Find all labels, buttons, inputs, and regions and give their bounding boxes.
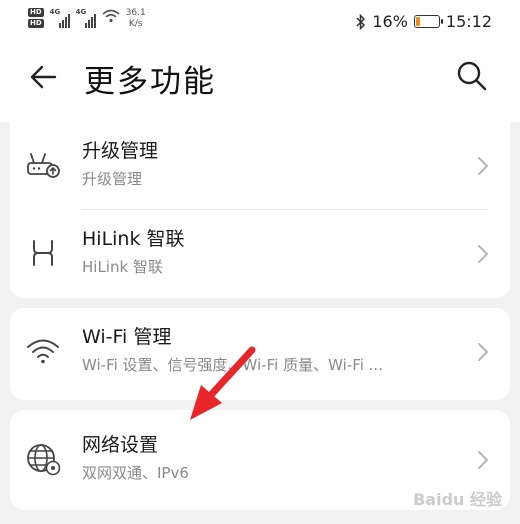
header: 更多功能 bbox=[0, 46, 520, 122]
wifi-status-icon bbox=[102, 9, 120, 23]
signal-icon: 4G bbox=[76, 8, 96, 28]
hd-indicators: HD HD bbox=[28, 8, 44, 28]
item-subtitle: Wi-Fi 设置、信号强度、Wi-Fi 质量、Wi-Fi ... bbox=[82, 356, 383, 374]
status-right: 16% 15:12 bbox=[356, 12, 492, 31]
back-button[interactable] bbox=[26, 60, 60, 94]
watermark: Baidu 经验 bbox=[413, 490, 502, 509]
item-title: HiLink 智联 bbox=[82, 228, 185, 250]
item-subtitle: 升级管理 bbox=[82, 170, 143, 188]
chevron-right-icon bbox=[478, 451, 488, 469]
list-item-wifi[interactable]: Wi-Fi 管理 Wi-Fi 设置、信号强度、Wi-Fi 质量、Wi-Fi ..… bbox=[10, 308, 510, 396]
item-title: Wi-Fi 管理 bbox=[82, 326, 172, 348]
status-bar: HD HD 4G 4G 36.1 K/s 16% 15:12 bbox=[0, 0, 520, 46]
search-button[interactable] bbox=[454, 58, 490, 94]
status-left: HD HD 4G 4G 36.1 K/s bbox=[28, 8, 146, 30]
search-icon bbox=[457, 61, 487, 91]
clock: 15:12 bbox=[445, 12, 492, 31]
wifi-icon bbox=[24, 332, 62, 370]
signal-icon: 4G bbox=[50, 8, 70, 28]
page-title: 更多功能 bbox=[84, 64, 216, 100]
net-speed: 36.1 K/s bbox=[125, 8, 146, 29]
hilink-icon bbox=[24, 234, 62, 272]
list-item-upgrade[interactable]: 升级管理 升级管理 bbox=[10, 122, 510, 210]
item-title: 升级管理 bbox=[82, 140, 159, 162]
item-subtitle: HiLink 智联 bbox=[82, 258, 163, 276]
hd-badge: HD bbox=[28, 8, 44, 17]
arrow-left-icon bbox=[30, 65, 57, 89]
router-upgrade-icon bbox=[24, 146, 62, 184]
bluetooth-icon bbox=[356, 13, 366, 30]
chevron-right-icon bbox=[478, 343, 488, 361]
globe-settings-icon bbox=[24, 440, 62, 478]
settings-card: 升级管理 升级管理 HiLink 智联 HiLink 智联 bbox=[10, 122, 510, 298]
chevron-right-icon bbox=[478, 157, 488, 175]
hd-badge: HD bbox=[28, 19, 44, 28]
list-item-hilink[interactable]: HiLink 智联 HiLink 智联 bbox=[10, 210, 510, 298]
item-subtitle: 双网双通、IPv6 bbox=[82, 464, 189, 482]
wifi-card: Wi-Fi 管理 Wi-Fi 设置、信号强度、Wi-Fi 质量、Wi-Fi ..… bbox=[10, 308, 510, 400]
item-title: 网络设置 bbox=[82, 434, 159, 456]
chevron-right-icon bbox=[478, 245, 488, 263]
battery-percent: 16% bbox=[372, 12, 408, 31]
battery-icon bbox=[413, 15, 443, 28]
